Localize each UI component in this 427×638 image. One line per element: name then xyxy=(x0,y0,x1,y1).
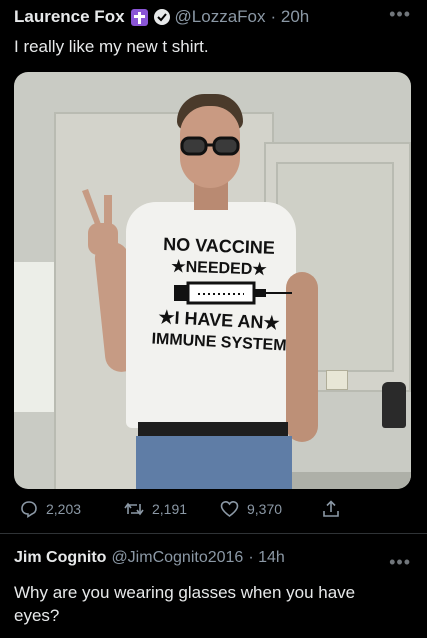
heart-icon xyxy=(220,500,239,517)
cross-badge-icon xyxy=(130,8,148,26)
reply-count: 2,203 xyxy=(46,501,82,517)
tweet-text: I really like my new t shirt. xyxy=(14,37,209,56)
verified-icon xyxy=(153,9,170,25)
reply-header: Jim Cognito @JimCognito2016 · 14h xyxy=(14,549,285,567)
retweet-button[interactable]: 2,191 xyxy=(124,500,187,518)
retweet-icon xyxy=(124,502,144,516)
peace-sign-hand xyxy=(82,189,118,255)
share-button[interactable] xyxy=(322,500,348,518)
like-button[interactable]: 9,370 xyxy=(220,500,282,518)
tweet-photo[interactable]: NO VACCINE ★NEEDED★ ★I HAVE AN★ IMMUNE S… xyxy=(14,72,411,489)
retweet-count: 2,191 xyxy=(152,501,188,517)
glasses-icon xyxy=(180,136,240,156)
syringe-icon xyxy=(174,281,292,305)
tweet-header: Laurence Fox @LozzaFox · 20h xyxy=(14,7,309,27)
reply-author-name[interactable]: Jim Cognito xyxy=(14,549,106,567)
reply-time[interactable]: · 14h xyxy=(248,549,284,567)
kettle xyxy=(382,382,406,428)
tweet-actions: 2,203 2,191 9,370 xyxy=(0,500,427,524)
reply-button[interactable]: 2,203 xyxy=(20,500,81,518)
divider xyxy=(0,533,427,534)
author-name[interactable]: Laurence Fox xyxy=(14,7,125,27)
author-handle[interactable]: @LozzaFox xyxy=(175,7,266,27)
wall-socket xyxy=(326,370,348,390)
reply-author-handle[interactable]: @JimCognito2016 xyxy=(111,549,243,567)
reply-more-icon[interactable]: ••• xyxy=(389,552,411,573)
like-count: 9,370 xyxy=(247,501,283,517)
share-icon xyxy=(323,500,339,517)
jeans xyxy=(136,436,292,489)
reply-text: Why are you wearing glasses when you hav… xyxy=(14,583,356,625)
tweet-time[interactable]: · 20h xyxy=(271,7,310,27)
reply-icon xyxy=(21,501,37,518)
more-icon[interactable]: ••• xyxy=(389,4,411,25)
